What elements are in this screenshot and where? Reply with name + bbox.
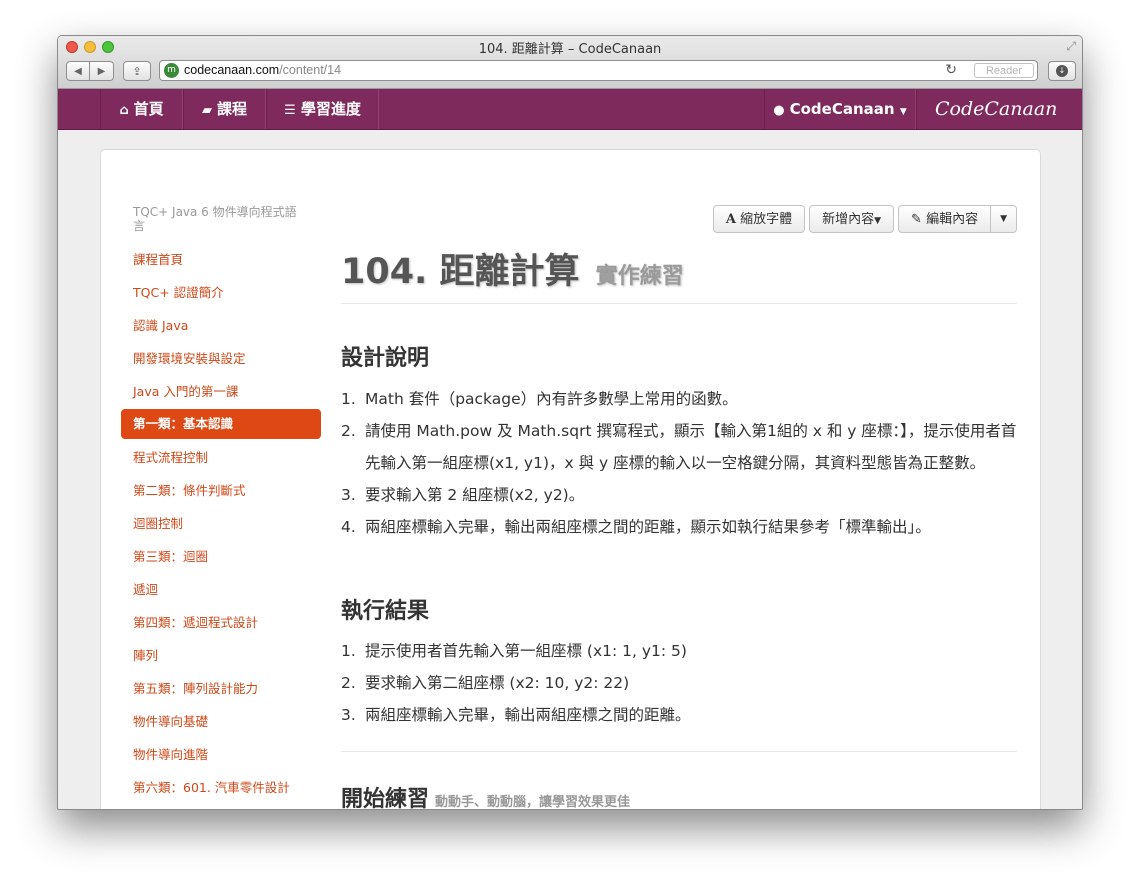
share-icon: ⇪ xyxy=(132,64,142,78)
chevron-down-icon: ▼ xyxy=(899,107,907,117)
sidebar-item-active[interactable]: 第一類：基本認識 xyxy=(121,409,321,439)
practice-heading-text: 開始練習 xyxy=(341,787,430,810)
caret-down-icon: ▼ xyxy=(1000,214,1007,224)
sidebar-item[interactable]: 物件導向進階 xyxy=(121,738,321,771)
list-item: 1. Math 套件（package）內有許多數學上常用的函數。 xyxy=(341,390,738,408)
design-heading: 設計說明 xyxy=(341,346,430,371)
sidebar-item[interactable]: Java 入門的第一課 xyxy=(121,375,321,408)
page-subtitle: 實作練習 xyxy=(595,264,684,289)
home-icon: ⌂ xyxy=(119,103,129,118)
url-host: codecanaan.com xyxy=(184,63,280,77)
reload-icon[interactable]: ↻ xyxy=(945,62,957,78)
brand-logo[interactable]: CodeCanaan xyxy=(935,89,1057,129)
sidebar-item[interactable]: 第四類：遞迴程式設計 xyxy=(121,606,321,639)
book-icon: ▰ xyxy=(201,103,212,118)
nav-home-label: 首頁 xyxy=(133,100,164,118)
fullscreen-icon[interactable]: ⤢ xyxy=(1066,39,1076,54)
tasks-icon: ☰ xyxy=(284,103,296,118)
edit-dropdown-toggle[interactable]: ▼ xyxy=(991,205,1017,233)
page-title: 104. 距離計算 實作練習 xyxy=(341,243,684,294)
course-title: TQC+ Java 6 物件導向程式語言 xyxy=(133,205,297,233)
user-name: CodeCanaan xyxy=(789,100,895,118)
list-item: 1. 提示使用者首先輸入第一組座標 (x1: 1, y1: 5) xyxy=(341,642,687,660)
address-bar[interactable]: m codecanaan.com/content/14 ↻ Reader xyxy=(159,60,1038,81)
caret-down-icon: ▼ xyxy=(874,216,882,226)
back-button[interactable]: ◀ xyxy=(66,61,90,81)
sidebar-item[interactable]: 認識 Java xyxy=(121,309,321,342)
site-favicon-icon: m xyxy=(164,63,179,78)
nav-divider xyxy=(916,89,917,129)
zoom-font-label: 縮放字體 xyxy=(740,212,793,227)
nav-courses-label: 課程 xyxy=(216,100,247,118)
nav-progress[interactable]: ☰ 學習進度 xyxy=(266,89,379,129)
zoom-font-button[interactable]: A 縮放字體 xyxy=(712,205,806,233)
result-list: 1. 提示使用者首先輸入第一組座標 (x1: 1, y1: 5) 2. 要求輸入第二… xyxy=(341,635,1017,731)
page-title-text: 104. 距離計算 xyxy=(341,252,580,292)
result-heading: 執行結果 xyxy=(341,599,430,624)
url-text[interactable]: codecanaan.com/content/14 xyxy=(184,63,341,77)
sidebar-item[interactable]: 第二類：條件判斷式 xyxy=(121,474,321,507)
history-buttons: ◀ ▶ xyxy=(66,61,114,81)
title-bar: 104. 距離計算 – CodeCanaan ⤢ ◀ ▶ ⇪ m codecan… xyxy=(58,36,1082,89)
design-list: 1. Math 套件（package）內有許多數學上常用的函數。 2. 請使用 Ma… xyxy=(341,383,1017,543)
practice-subheading: 動動手、動動腦，讓學習效果更佳 xyxy=(435,795,631,810)
browser-window: 104. 距離計算 – CodeCanaan ⤢ ◀ ▶ ⇪ m codecan… xyxy=(57,35,1083,810)
add-content-button[interactable]: 新增內容▼ xyxy=(809,205,895,233)
list-item: 3. 兩組座標輸入完畢，輸出兩組座標之間的距離。 xyxy=(341,706,691,724)
sidebar-item[interactable]: 迴圈控制 xyxy=(121,507,321,540)
downloads-button[interactable]: ↓ xyxy=(1048,61,1076,81)
forward-button[interactable]: ▶ xyxy=(90,61,114,81)
sidebar-item[interactable]: 第五類：陣列設計能力 xyxy=(121,672,321,705)
sidebar-item[interactable]: 開發環境安裝與設定 xyxy=(121,342,321,375)
edit-content-label: 編輯內容 xyxy=(926,212,979,227)
download-icon: ↓ xyxy=(1056,65,1068,77)
sidebar-item[interactable]: 第三類：迴圈 xyxy=(121,540,321,573)
sidebar-item[interactable]: TQC+ 認證簡介 xyxy=(121,276,321,309)
divider xyxy=(341,751,1017,752)
practice-heading: 開始練習 動動手、動動腦，讓學習效果更佳 xyxy=(341,781,631,810)
nav-progress-label: 學習進度 xyxy=(300,100,361,118)
reader-button[interactable]: Reader xyxy=(974,63,1034,78)
font-icon: A xyxy=(725,212,736,227)
divider xyxy=(341,303,1017,304)
sidebar-item[interactable]: 陣列 xyxy=(121,639,321,672)
sidebar-item[interactable]: 程式流程控制 xyxy=(121,441,321,474)
sidebar-item[interactable]: 第六類：601. 汽車零件設計 xyxy=(121,771,321,804)
sidebar-item[interactable]: 課程首頁 xyxy=(121,243,321,276)
add-content-label: 新增內容 xyxy=(822,212,875,227)
list-item: 2. 要求輸入第二組座標 (x2: 10, y2: 22) xyxy=(341,674,630,692)
content-toolbar: A 縮放字體 新增內容▼ ✎ 編輯內容 ▼ xyxy=(712,205,1017,233)
edit-icon: ✎ xyxy=(911,212,922,227)
list-item: 3. 要求輸入第 2 組座標(x2, y2)。 xyxy=(341,486,585,504)
content-card: TQC+ Java 6 物件導向程式語言 課程首頁 TQC+ 認證簡介 認識 J… xyxy=(100,149,1041,810)
sidebar-item[interactable]: 物件導向基礎 xyxy=(121,705,321,738)
course-sidebar: TQC+ Java 6 物件導向程式語言 課程首頁 TQC+ 認證簡介 認識 J… xyxy=(121,205,321,804)
edit-content-button[interactable]: ✎ 編輯內容 xyxy=(898,205,992,233)
edit-button-group: ✎ 編輯內容 ▼ xyxy=(898,205,1017,233)
list-item: 2. 請使用 Math.pow 及 Math.sqrt 撰寫程式，顯示【輸入第1組… xyxy=(341,422,1017,472)
nav-courses[interactable]: ▰ 課程 xyxy=(183,89,266,129)
sidebar-item[interactable]: 遞迴 xyxy=(121,573,321,606)
nav-home[interactable]: ⌂ 首頁 xyxy=(100,89,183,129)
window-title: 104. 距離計算 – CodeCanaan xyxy=(478,42,662,57)
user-icon: ● xyxy=(773,103,785,118)
user-menu[interactable]: ● CodeCanaan ▼ xyxy=(764,89,916,129)
site-navbar: ⌂ 首頁 ▰ 課程 ☰ 學習進度 ● CodeCanaan ▼ CodeCanaan xyxy=(58,89,1082,130)
share-button[interactable]: ⇪ xyxy=(123,61,151,81)
list-item: 4. 兩組座標輸入完畢，輸出兩組座標之間的距離，顯示如執行結果參考「標準輸出」。 xyxy=(341,518,931,536)
url-path: /content/14 xyxy=(279,63,342,77)
